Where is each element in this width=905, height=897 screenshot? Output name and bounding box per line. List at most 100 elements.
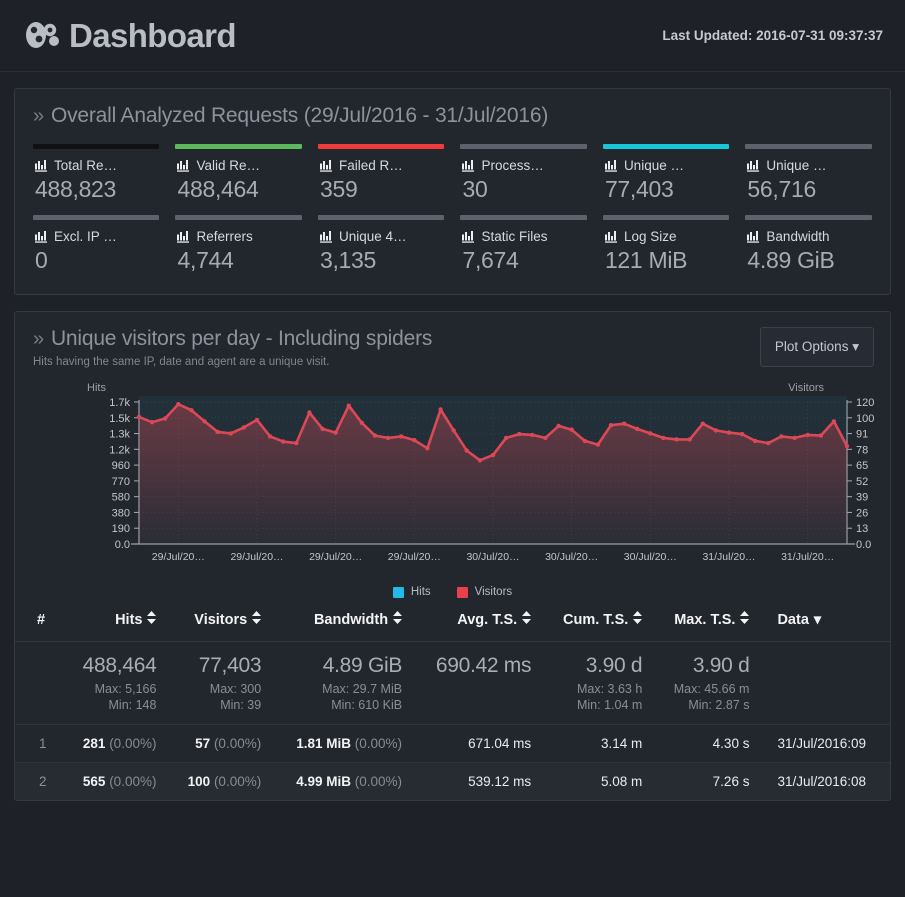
svg-text:29/Jul/20…: 29/Jul/20… — [309, 551, 362, 563]
overall-analyzed-requests-panel: » Overall Analyzed Requests (29/Jul/2016… — [14, 88, 891, 295]
svg-text:30/Jul/20…: 30/Jul/20… — [466, 551, 519, 563]
stat-box: Unique 4… 3,135 — [310, 209, 452, 280]
row-bandwidth: 1.81 MiB (0.00%) — [271, 724, 413, 763]
stat-label-text: Excl. IP … — [54, 229, 117, 244]
sort-toggle-icon[interactable] — [147, 611, 157, 628]
svg-text:39: 39 — [856, 492, 868, 504]
stat-label-text: Valid Re… — [196, 158, 261, 173]
summary-max: Max: 5,166 — [94, 682, 157, 696]
row-data: 31/Jul/2016:08 — [759, 762, 890, 800]
row-visitors: 100 (0.00%) — [166, 762, 272, 800]
visitors-chart[interactable]: Hits Visitors 0.0 0.0 190 13 380 26 580 39 770 52… — [15, 380, 890, 590]
table-header-bandwidth[interactable]: Bandwidth — [271, 598, 413, 642]
stat-body: Bandwidth 4.89 GiB — [745, 220, 871, 280]
table-header-hits[interactable]: Hits — [61, 598, 167, 642]
row-hits: 565 (0.00%) — [61, 762, 167, 800]
stat-box: Failed R… 359 — [310, 138, 452, 209]
table-header-visitors[interactable]: Visitors — [166, 598, 272, 642]
stat-value: 0 — [35, 247, 48, 273]
svg-text:1.7k: 1.7k — [109, 397, 130, 409]
row-bandwidth-value: 1.81 MiB — [296, 736, 352, 751]
table-summary-row: 488,464 Max: 5,166 Min: 148 77,403 Max: 300 M… — [15, 642, 890, 725]
bar-chart-icon — [177, 159, 190, 172]
stat-body: Total Re… 488,823 — [33, 149, 159, 209]
overall-panel-title: Overall Analyzed Requests (29/Jul/2016 -… — [50, 104, 549, 127]
svg-text:0.0: 0.0 — [856, 539, 871, 551]
svg-text:1.2k: 1.2k — [109, 444, 130, 456]
stat-body: Failed R… 359 — [318, 149, 444, 209]
chevron-double-right-icon: » — [33, 328, 44, 350]
row-visitors-value: 57 — [195, 736, 211, 751]
svg-text:30/Jul/20…: 30/Jul/20… — [545, 551, 598, 563]
sort-toggle-icon[interactable] — [393, 611, 403, 628]
paw-chart-icon — [26, 22, 60, 49]
stat-body: Referrers 4,744 — [175, 220, 301, 280]
stat-body: Log Size 121 MiB — [603, 220, 729, 280]
visitors-panel-subtitle: Hits having the same IP, date and agent … — [33, 356, 330, 368]
stat-value: 7,674 — [462, 247, 519, 273]
plot-options-button[interactable]: Plot Options ▾ — [759, 327, 874, 367]
svg-text:380: 380 — [112, 507, 130, 519]
summary-total: 3.90 d — [692, 654, 750, 677]
stat-body: Unique … 77,403 — [603, 149, 729, 209]
header-label-group: Cum. T.S. — [563, 611, 643, 628]
stat-value: 56,716 — [747, 176, 816, 202]
svg-text:31/Jul/20…: 31/Jul/20… — [702, 551, 755, 563]
row-index: 1 — [15, 724, 62, 763]
row-max-ts: 4.30 s — [652, 724, 760, 763]
sort-toggle-icon[interactable] — [522, 611, 532, 628]
plot-options-label: Plot Options — [774, 339, 849, 354]
bar-chart-icon — [35, 230, 48, 243]
stat-box: Static Files 7,674 — [452, 209, 594, 280]
stat-label: Process… — [462, 158, 584, 173]
row-max-ts: 7.26 s — [652, 762, 760, 800]
sort-toggle-icon[interactable] — [252, 611, 262, 628]
summary-max: Max: 45.66 m — [673, 682, 750, 696]
svg-text:52: 52 — [856, 476, 868, 488]
svg-text:0.0: 0.0 — [115, 539, 130, 551]
row-bandwidth-percent: (0.00%) — [354, 736, 403, 751]
svg-text:65: 65 — [856, 460, 868, 472]
summary-min: Min: 1.04 m — [576, 698, 643, 712]
summary-max: Max: 29.7 MiB — [322, 682, 403, 696]
stat-box-grid: Total Re… 488,823 Valid Re… 488,464 Failed R… — [15, 134, 890, 294]
stat-label: Failed R… — [319, 158, 442, 173]
row-avg-ts: 539.12 ms — [412, 762, 542, 800]
header-label-group: Visitors — [194, 611, 262, 628]
svg-text:120: 120 — [856, 397, 874, 409]
svg-text:91: 91 — [856, 429, 868, 441]
summary-total: 3.90 d — [585, 654, 643, 677]
summary-index-cell — [15, 642, 61, 725]
stat-label: Referrers — [177, 229, 299, 244]
row-hits-value: 281 — [82, 736, 106, 751]
stat-box: Unique … 56,716 — [737, 138, 879, 209]
table-row[interactable]: 1 281 (0.00%) 57 (0.00%) 1.81 MiB (0.00%) 67… — [15, 724, 890, 763]
sort-toggle-icon[interactable] — [740, 611, 750, 628]
table-header-label: # — [37, 611, 46, 628]
bar-chart-icon — [747, 159, 760, 172]
stat-value: 77,403 — [604, 176, 674, 202]
stat-label-text: Process… — [481, 158, 544, 173]
table-header-cum_ts[interactable]: Cum. T.S. — [541, 598, 653, 642]
bar-chart-icon — [604, 159, 618, 172]
stat-label-text: Log Size — [623, 229, 677, 244]
summary-cell-visitors: 77,403 Max: 300 Min: 39 — [166, 642, 271, 725]
unique-visitors-panel: » Unique visitors per day - Including sp… — [14, 311, 891, 801]
table-header-label: Hits — [115, 611, 143, 628]
bar-chart-icon — [604, 230, 618, 243]
stat-label-text: Unique … — [766, 158, 827, 173]
table-header-max_ts[interactable]: Max. T.S. — [652, 598, 760, 642]
chevron-down-icon[interactable]: ▾ — [814, 612, 821, 628]
table-header-avg_ts[interactable]: Avg. T.S. — [412, 598, 542, 642]
svg-text:29/Jul/20…: 29/Jul/20… — [388, 551, 441, 563]
table-header-data[interactable]: Data ▾ — [759, 598, 890, 642]
svg-text:29/Jul/20…: 29/Jul/20… — [230, 551, 283, 563]
svg-text:13: 13 — [856, 523, 868, 535]
sort-toggle-icon[interactable] — [633, 611, 643, 628]
table-row[interactable]: 2 565 (0.00%) 100 (0.00%) 4.99 MiB (0.00%) 5… — [15, 762, 890, 800]
stat-body: Unique 4… 3,135 — [318, 220, 444, 280]
stat-label: Unique 4… — [319, 229, 442, 244]
svg-text:960: 960 — [112, 460, 130, 472]
table-header-label: Cum. T.S. — [563, 611, 629, 628]
table-header-idx: # — [15, 598, 62, 642]
